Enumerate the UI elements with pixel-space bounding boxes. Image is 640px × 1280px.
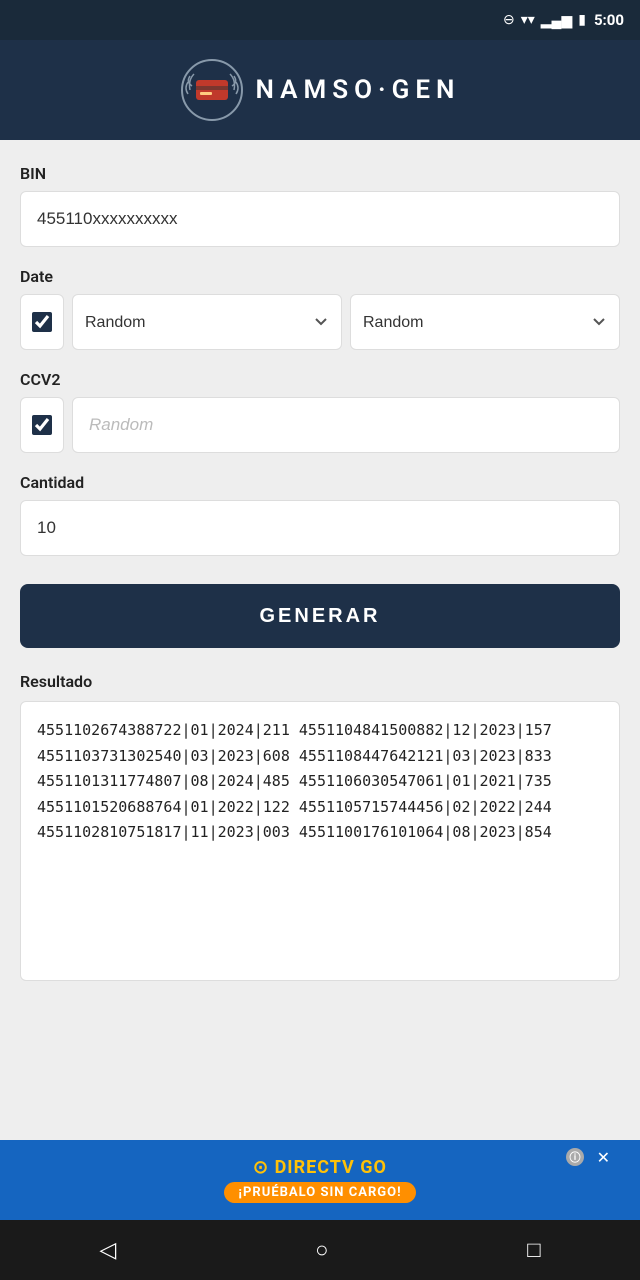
ccv2-checkbox[interactable]	[32, 415, 52, 435]
date-month-select[interactable]: Random 01 02 03 04 05 06 07 08 09 10 11 …	[72, 294, 342, 350]
date-label: Date	[20, 267, 620, 286]
app-logo	[180, 58, 244, 122]
cantidad-input[interactable]	[20, 500, 620, 556]
ad-title-text: DIRECTV GO	[275, 1157, 387, 1178]
main-content: BIN Date Random 01 02 03 04 05 06 07 08 …	[0, 140, 640, 1140]
ad-close-icon[interactable]: ✕	[597, 1148, 610, 1167]
date-checkbox[interactable]	[32, 312, 52, 332]
status-bar: ⊖ ▾▾ ▂▄▆ ▮ 5:00	[0, 0, 640, 40]
ad-title-highlight: ⊙	[253, 1157, 269, 1178]
bin-label: BIN	[20, 164, 620, 183]
battery-icon: ▮	[578, 12, 586, 28]
nav-home-button[interactable]: ○	[291, 1229, 352, 1271]
nav-bar: ◁ ○ □	[0, 1220, 640, 1280]
generate-button[interactable]: GENERAR	[20, 584, 620, 648]
signal-icon: ▂▄▆	[541, 12, 572, 29]
minus-circle-icon: ⊖	[503, 12, 515, 28]
date-year-select[interactable]: Random 2021 2022 2023 2024 2025	[350, 294, 620, 350]
app-header: NAMSO·GEN	[0, 40, 640, 140]
cantidad-label: Cantidad	[20, 473, 620, 492]
ccv2-input[interactable]	[72, 397, 620, 453]
ad-subtitle: ¡PRUÉBALO SIN CARGO!	[224, 1182, 415, 1203]
date-checkbox-wrapper	[20, 294, 64, 350]
result-box: 4551102674388722|01|2024|211 45511048415…	[20, 701, 620, 981]
ccv2-checkbox-wrapper	[20, 397, 64, 453]
ad-info-icon[interactable]: ⓘ	[566, 1148, 584, 1166]
status-icons: ⊖ ▾▾ ▂▄▆ ▮	[503, 12, 586, 29]
app-title: NAMSO·GEN	[256, 75, 461, 105]
ccv2-label: CCV2	[20, 370, 620, 389]
date-row: Random 01 02 03 04 05 06 07 08 09 10 11 …	[20, 294, 620, 350]
bin-input[interactable]	[20, 191, 620, 247]
wifi-icon: ▾▾	[521, 12, 535, 28]
nav-back-button[interactable]: ◁	[75, 1229, 140, 1271]
nav-recent-button[interactable]: □	[503, 1229, 564, 1271]
status-time: 5:00	[594, 11, 624, 29]
result-label: Resultado	[20, 672, 620, 691]
ccv2-row	[20, 397, 620, 453]
ad-banner: ⓘ ✕ ⊙ DIRECTV GO ¡PRUÉBALO SIN CARGO!	[0, 1140, 640, 1220]
ad-title: ⊙ DIRECTV GO	[253, 1157, 387, 1178]
